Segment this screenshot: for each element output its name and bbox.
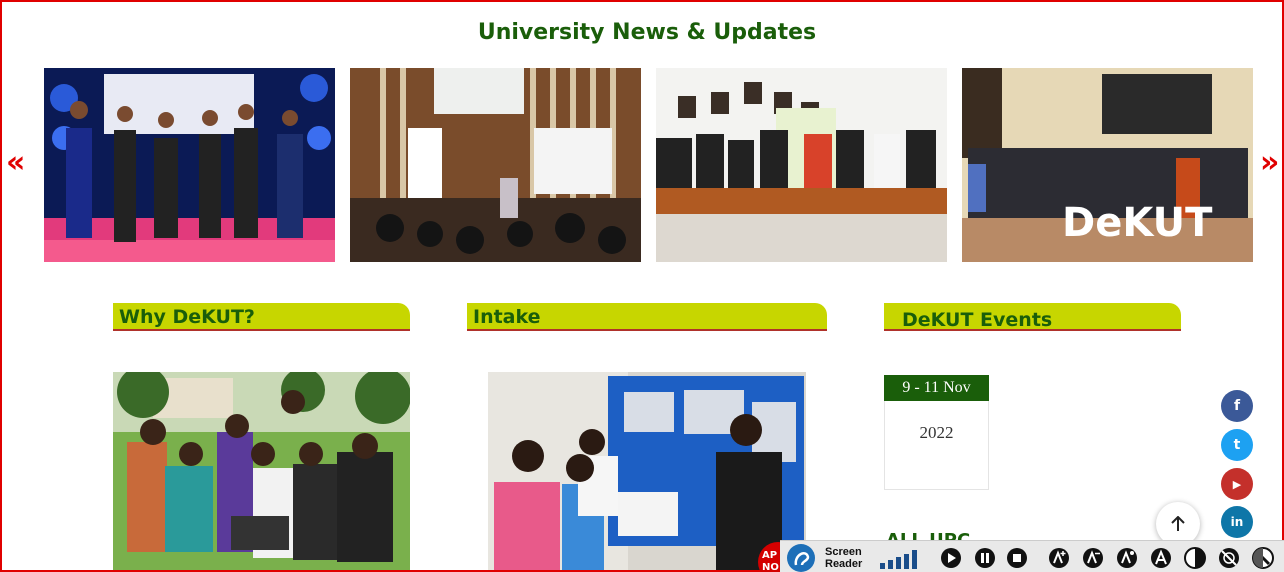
news-photo-4[interactable]: DeKUT — [962, 68, 1253, 262]
reset-text-icon[interactable] — [1116, 545, 1138, 571]
invert-colors-icon[interactable] — [1218, 545, 1240, 571]
grayscale-icon[interactable] — [1252, 545, 1274, 571]
stop-icon[interactable] — [1006, 545, 1028, 571]
facebook-icon[interactable]: f — [1221, 390, 1253, 422]
news-photo-3[interactable] — [656, 68, 947, 262]
decrease-text-icon[interactable] — [1082, 545, 1104, 571]
screen-reader-label-2: Reader — [825, 558, 863, 570]
contrast-icon[interactable] — [1184, 545, 1206, 571]
news-section-title: University News & Updates — [477, 20, 817, 45]
apply-badge-line2: NO — [762, 562, 779, 572]
news-photo-1[interactable] — [44, 68, 335, 262]
apply-badge-line1: AP — [762, 550, 778, 561]
carousel-next-arrow[interactable]: » — [1260, 148, 1279, 178]
pause-icon[interactable] — [974, 545, 996, 571]
news-photo-2[interactable] — [350, 68, 641, 262]
screen-reader-label[interactable]: Screen Reader — [825, 546, 862, 570]
event-date-badge: 9 - 11 Nov — [884, 375, 989, 401]
accessibility-toolbar: Screen Reader — [780, 540, 1284, 572]
text-font-icon[interactable] — [1150, 545, 1172, 571]
carousel-prev-arrow[interactable]: « — [6, 148, 25, 178]
event-year: 2022 — [884, 401, 989, 490]
linkedin-icon[interactable]: in — [1221, 506, 1253, 538]
twitter-icon[interactable]: t — [1221, 429, 1253, 461]
dekut-sign-text: DeKUT — [1062, 200, 1213, 246]
increase-text-icon[interactable] — [1048, 545, 1070, 571]
volume-level-icon[interactable] — [878, 545, 924, 571]
screen-reader-icon[interactable] — [786, 543, 816, 572]
play-icon[interactable] — [940, 545, 962, 571]
screen-reader-label-1: Screen — [825, 546, 862, 558]
intake-heading[interactable]: Intake — [467, 303, 827, 331]
intake-image[interactable] — [488, 372, 806, 570]
dekut-events-heading[interactable]: DeKUT Events — [884, 303, 1181, 331]
why-dekut-image[interactable] — [113, 372, 410, 570]
arrow-up-icon — [1171, 516, 1185, 531]
why-dekut-heading[interactable]: Why DeKUT? — [113, 303, 410, 331]
youtube-icon[interactable]: ▶ — [1221, 468, 1253, 500]
